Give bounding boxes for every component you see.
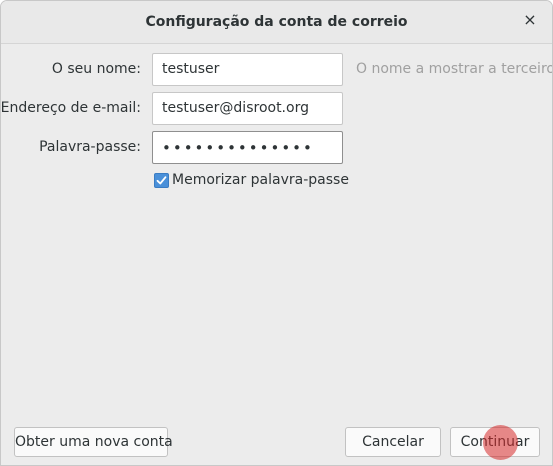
titlebar: Configuração da conta de correio × [1,1,552,44]
password-label-text: Palavra-passe: [39,139,141,155]
remember-password-label[interactable]: Memorizar palavra-passe [172,172,349,188]
name-field[interactable]: testuser [152,53,343,86]
email-label-text: Endereço de e-mail: [0,100,141,116]
password-label: Palavra-passe: [39,139,141,155]
cancel-button[interactable]: Cancelar [345,427,441,457]
email-label: Endereço de e-mail: [1,100,141,116]
name-hint: O nome a mostrar a terceiros [356,61,553,77]
get-new-account-button[interactable]: Obter uma nova conta [14,427,173,457]
close-icon[interactable]: × [522,12,538,28]
click-indicator [483,425,518,460]
mail-account-setup-dialog: Configuração da conta de correio × O seu… [0,0,553,466]
password-masked-value: •••••••••••••• [162,139,314,157]
name-label-text: O seu nome: [51,61,141,77]
remember-password-checkbox[interactable] [154,173,169,188]
email-field[interactable]: testuser@disroot.org [152,92,343,125]
name-label: O seu nome: [52,61,141,77]
dialog-title: Configuração da conta de correio [145,14,408,30]
checkmark-icon [156,176,167,185]
